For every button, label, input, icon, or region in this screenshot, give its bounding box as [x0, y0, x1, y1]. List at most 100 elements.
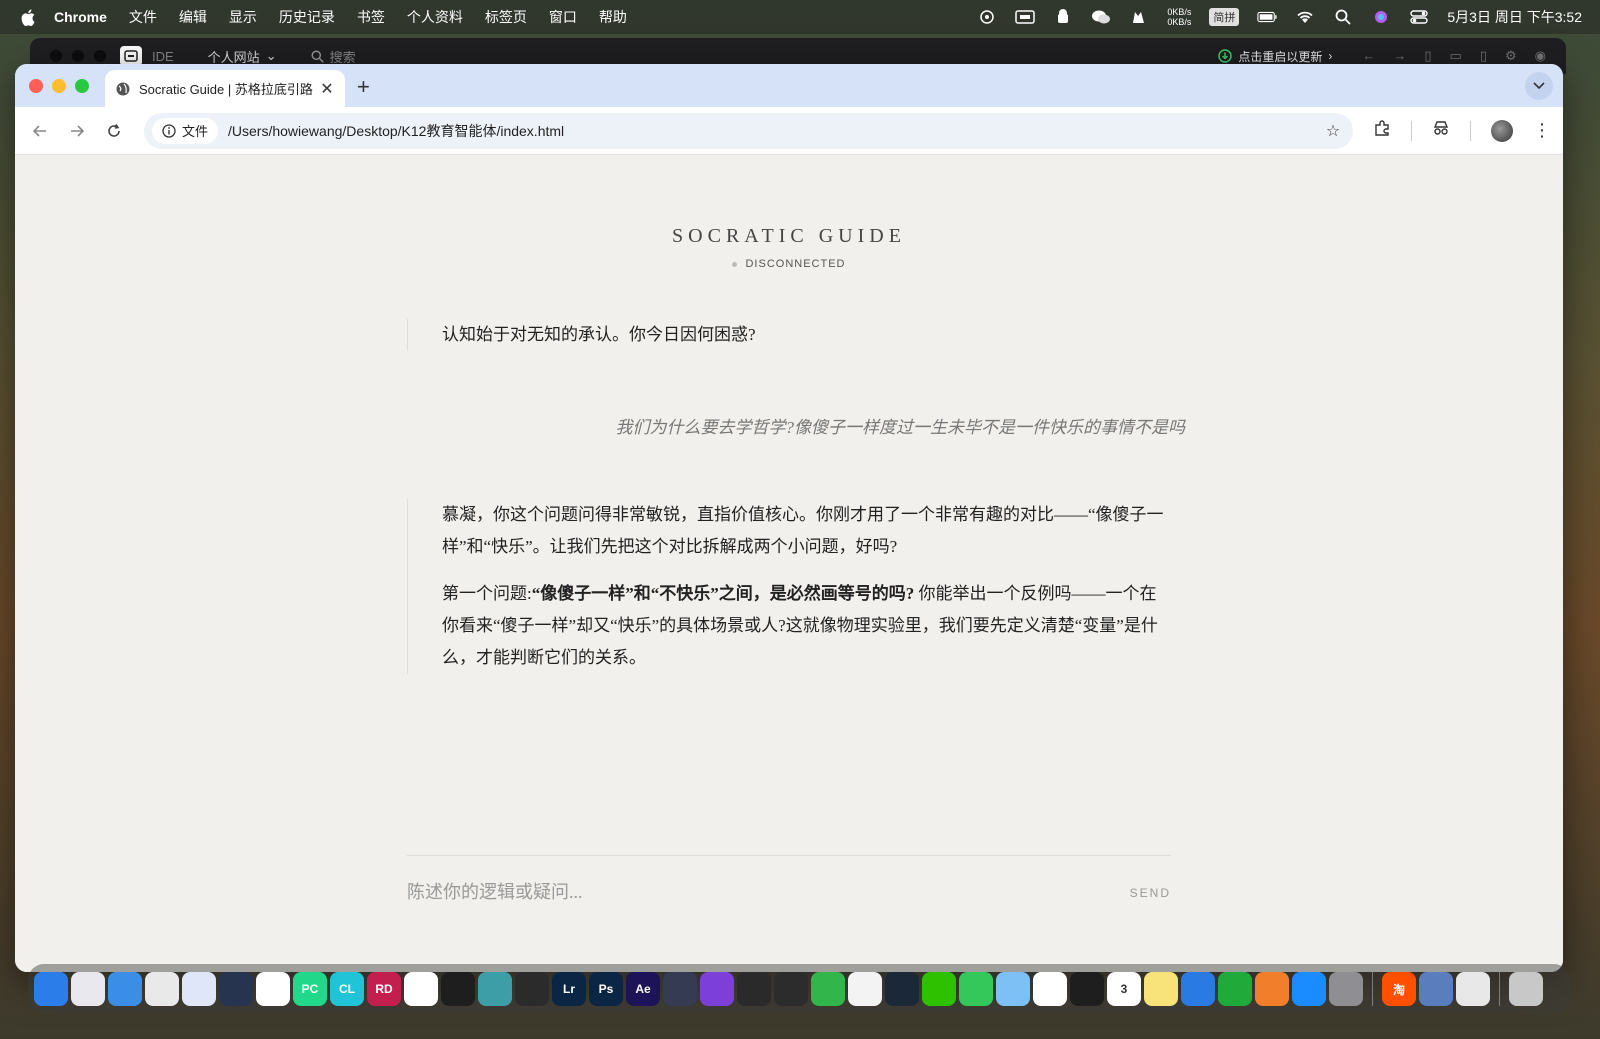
profile-avatar[interactable] — [1491, 119, 1513, 142]
dock-rider-icon[interactable]: RD — [367, 972, 401, 1006]
dock-notes-icon[interactable] — [1144, 972, 1178, 1006]
info-icon — [162, 123, 176, 138]
message-input[interactable] — [407, 882, 1130, 903]
dock-davinci-icon[interactable] — [663, 972, 697, 1006]
back-button[interactable] — [27, 118, 53, 144]
ide-search[interactable]: 搜索 — [311, 47, 356, 66]
sidebar-right-icon[interactable]: ▯ — [1480, 48, 1487, 64]
dock-photos-icon[interactable] — [1033, 972, 1067, 1006]
dock-final-cut-icon[interactable] — [737, 972, 771, 1006]
dock-steam-icon[interactable] — [885, 972, 919, 1006]
dock-pages-icon[interactable] — [1255, 972, 1289, 1006]
dock-app-store-icon[interactable] — [1292, 972, 1326, 1006]
send-button[interactable]: SEND — [1130, 886, 1171, 900]
zoom-window-button[interactable] — [75, 79, 89, 93]
dock-chatgpt-icon[interactable] — [256, 972, 290, 1006]
menu-edit[interactable]: 编辑 — [179, 7, 207, 27]
page-content: SOCRATIC GUIDE DISCONNECTED 认知始于对无知的承认。你… — [15, 155, 1563, 972]
dock-gemini-icon[interactable] — [182, 972, 216, 1006]
dock-trash-icon[interactable] — [1509, 972, 1543, 1006]
menu-bookmarks[interactable]: 书签 — [357, 7, 385, 27]
ide-minimize-dot[interactable] — [72, 50, 84, 62]
apple-icon[interactable] — [20, 8, 36, 26]
dock-system-settings-icon[interactable] — [1329, 972, 1363, 1006]
menu-window[interactable]: 窗口 — [549, 7, 577, 27]
siri-icon[interactable] — [1371, 9, 1391, 25]
ide-zoom-dot[interactable] — [94, 50, 106, 62]
gear-icon[interactable]: ⚙ — [1505, 48, 1517, 64]
dock-wechat-icon[interactable] — [922, 972, 956, 1006]
tab-socratic-guide[interactable]: Socratic Guide | 苏格拉底引路 ✕ — [105, 70, 345, 107]
tab-search-button[interactable] — [1525, 72, 1553, 100]
dock-disk-utility-icon[interactable] — [1419, 972, 1453, 1006]
menu-file[interactable]: 文件 — [129, 7, 157, 27]
dock-terminal-icon[interactable] — [515, 972, 549, 1006]
dock-launchpad-icon[interactable] — [71, 972, 105, 1006]
ide-project-selector[interactable]: 个人网站 ⌄ — [208, 47, 277, 66]
dock-vscode-icon[interactable] — [404, 972, 438, 1006]
dock-calendar-icon[interactable]: 3 — [1107, 972, 1141, 1006]
dock-pycharm-icon[interactable]: PC — [293, 972, 327, 1006]
dock-lightroom-icon[interactable]: Lr — [552, 972, 586, 1006]
dock-clion-icon[interactable]: CL — [330, 972, 364, 1006]
dock-activity-monitor-icon[interactable] — [1070, 972, 1104, 1006]
ide-status-icon[interactable] — [1015, 9, 1036, 25]
minimize-window-button[interactable] — [52, 79, 66, 93]
dock-finder-icon[interactable] — [34, 972, 68, 1006]
network-speed: 0KB/s 0KB/s — [1167, 7, 1191, 27]
forward-arrow-icon[interactable]: → — [1393, 48, 1406, 64]
wechat-status-icon[interactable] — [1091, 9, 1111, 25]
dock-telegram-like-icon[interactable] — [219, 972, 253, 1006]
incognito-profile-icon[interactable] — [1432, 119, 1450, 142]
new-tab-button[interactable]: + — [357, 74, 370, 100]
close-tab-icon[interactable]: ✕ — [319, 79, 335, 99]
ide-close-dot[interactable] — [50, 50, 62, 62]
android-icon[interactable] — [1053, 9, 1073, 25]
dock-arduino-icon[interactable] — [478, 972, 512, 1006]
dock-taobao-icon[interactable]: 淘 — [1382, 972, 1416, 1006]
menu-tabs[interactable]: 标签页 — [485, 7, 527, 27]
more-menu-icon[interactable]: ⋮ — [1533, 120, 1551, 141]
menu-view[interactable]: 显示 — [229, 7, 257, 27]
menu-profiles[interactable]: 个人资料 — [407, 7, 463, 27]
dock-blender-icon[interactable] — [774, 972, 808, 1006]
back-arrow-icon[interactable]: ← — [1362, 48, 1375, 64]
url-text[interactable]: /Users/howiewang/Desktop/K12教育智能体/index.… — [228, 121, 1321, 141]
dock-keynote-icon[interactable] — [1181, 972, 1215, 1006]
panel-bottom-icon[interactable]: ▭ — [1450, 48, 1462, 64]
dock-photoshop-icon[interactable]: Ps — [589, 972, 623, 1006]
wifi-icon[interactable] — [1295, 9, 1315, 25]
address-bar[interactable]: 文件 /Users/howiewang/Desktop/K12教育智能体/ind… — [144, 112, 1353, 149]
ide-update-button[interactable]: 点击重启以更新 › — [1218, 48, 1332, 65]
control-center-icon[interactable] — [1409, 9, 1429, 25]
extensions-icon[interactable] — [1373, 119, 1391, 142]
close-window-button[interactable] — [29, 79, 43, 93]
battery-icon[interactable] — [1257, 9, 1277, 25]
spotlight-search-icon[interactable] — [1333, 9, 1353, 25]
dock-chrome-icon[interactable] — [145, 972, 179, 1006]
forward-button[interactable] — [64, 118, 90, 144]
openai-status-icon[interactable] — [977, 9, 997, 25]
menu-app-name[interactable]: Chrome — [54, 9, 107, 25]
cat-icon[interactable] — [1129, 9, 1149, 25]
input-method[interactable]: 简拼 — [1209, 8, 1240, 26]
menu-history[interactable]: 历史记录 — [279, 7, 335, 27]
dock-terminal-ide-icon[interactable] — [441, 972, 475, 1006]
dock-after-effects-icon[interactable]: Ae — [626, 972, 660, 1006]
menu-clock[interactable]: 5月3日 周日 下午3:52 — [1447, 7, 1582, 27]
dock-mail-like-icon[interactable] — [848, 972, 882, 1006]
dock-keynote-like-icon[interactable] — [700, 972, 734, 1006]
sidebar-left-icon[interactable]: ▯ — [1424, 48, 1431, 64]
ide-toolbar-right: ← → ▯ ▭ ▯ ⚙ ◉ — [1362, 48, 1566, 64]
site-info-chip[interactable]: 文件 — [152, 117, 219, 144]
bookmark-star-icon[interactable]: ☆ — [1321, 121, 1345, 141]
dock-maps-icon[interactable] — [996, 972, 1030, 1006]
reload-button[interactable] — [101, 118, 127, 144]
dock-messages-icon[interactable] — [959, 972, 993, 1006]
dock-numbers-icon[interactable] — [1218, 972, 1252, 1006]
menu-help[interactable]: 帮助 — [599, 7, 627, 27]
dock-numbers-green-icon[interactable] — [811, 972, 845, 1006]
dock-safari-icon[interactable] — [108, 972, 142, 1006]
account-icon[interactable]: ◉ — [1535, 48, 1546, 64]
dock-preview-icon[interactable] — [1456, 972, 1490, 1006]
